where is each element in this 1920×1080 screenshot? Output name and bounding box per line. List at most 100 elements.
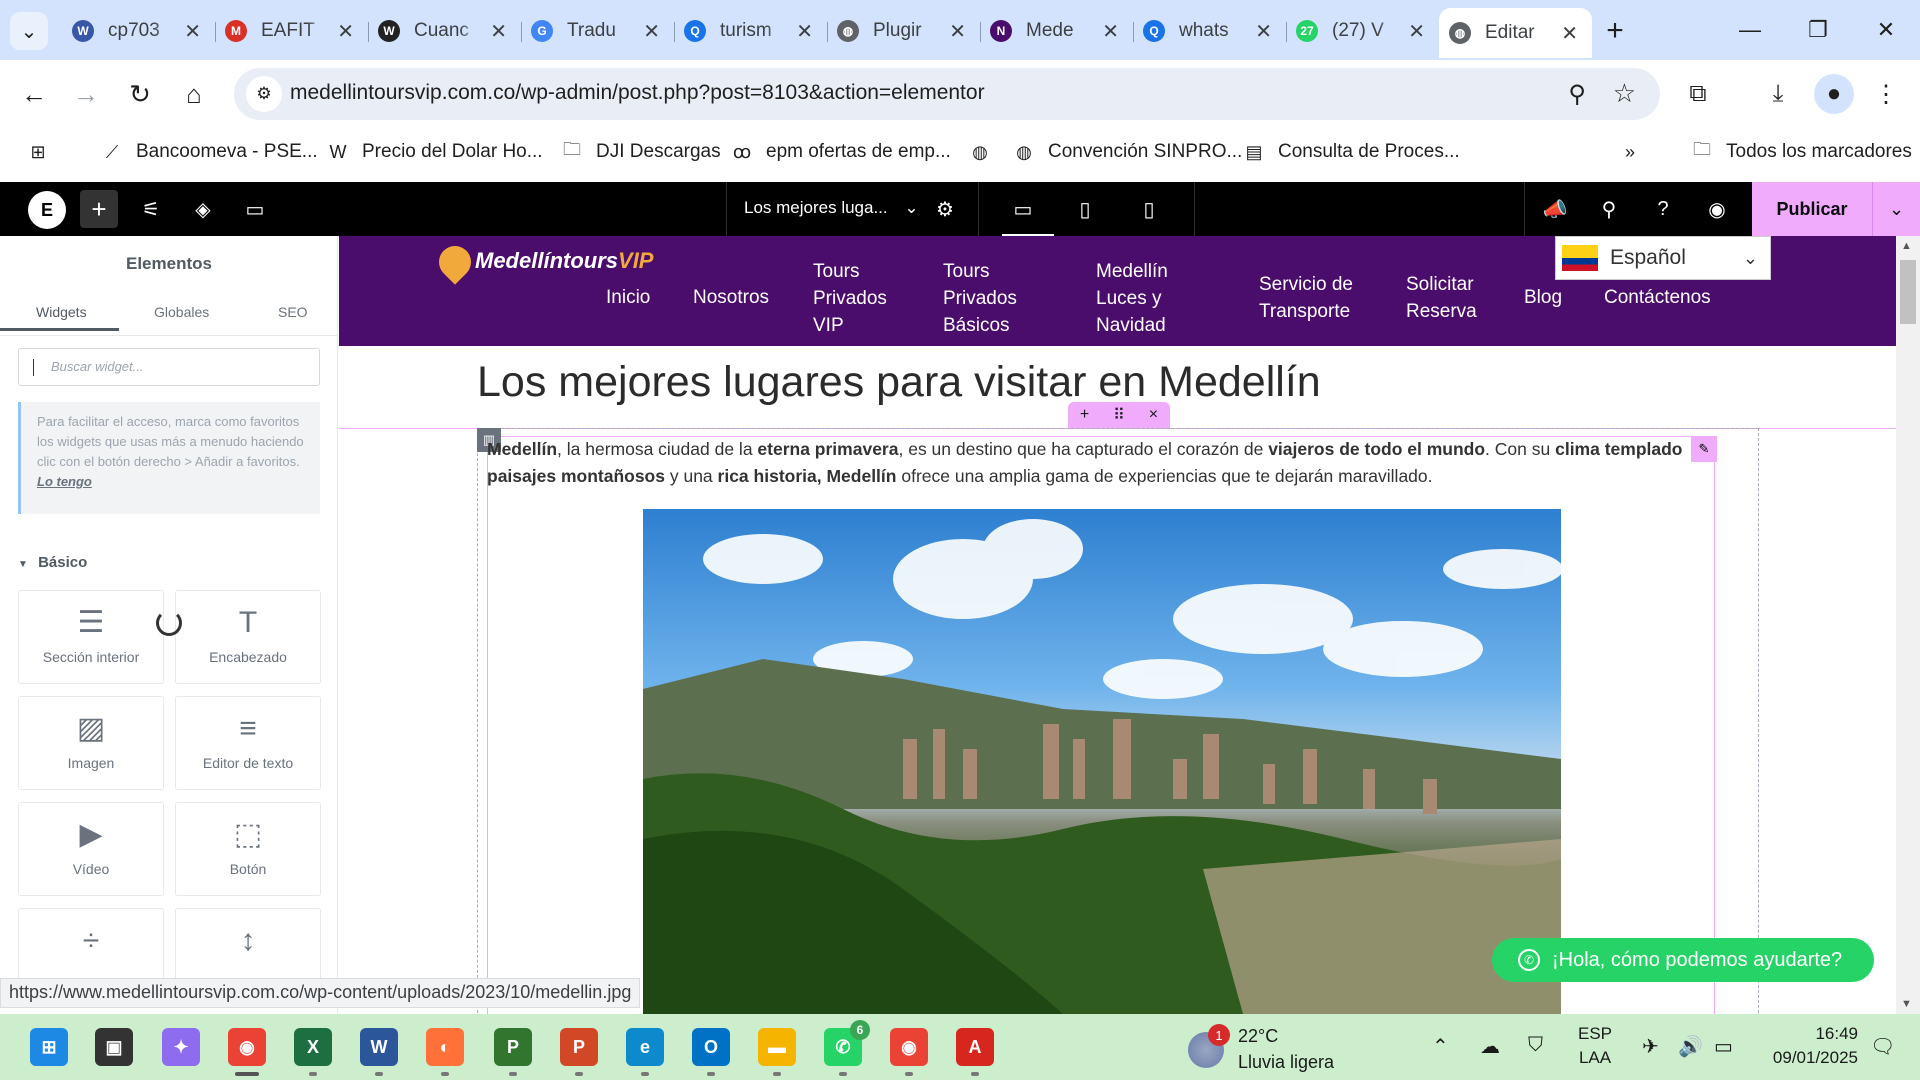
profile-avatar[interactable]: ● — [1814, 74, 1854, 114]
browser-tab[interactable]: N Mede ✕ — [980, 10, 1133, 52]
site-nav-item[interactable]: Tours Privados Básicos — [943, 258, 1017, 339]
browser-tab[interactable]: ◍ Plugir ✕ — [827, 10, 980, 52]
show-hidden-icons[interactable]: ⌃ — [1432, 1034, 1449, 1059]
widget-tile[interactable]: ⬚ Botón — [175, 802, 321, 896]
downloads-icon[interactable]: ⤓ — [1758, 74, 1798, 114]
forward-button[interactable]: → — [66, 74, 106, 114]
browser-tab[interactable]: W Cuanc ✕ — [368, 10, 521, 52]
bookmark-item[interactable]: ◍ — [968, 140, 1004, 164]
close-tab-icon[interactable]: ✕ — [1255, 19, 1272, 44]
close-window-button[interactable]: ✕ — [1852, 0, 1920, 60]
file-explorer-icon[interactable]: ▬ — [758, 1028, 796, 1066]
canvas-scrollbar[interactable]: ▲ ▼ — [1896, 236, 1920, 1014]
widget-tile[interactable]: ☰ Sección interior — [18, 590, 164, 684]
site-nav-item[interactable]: Contáctenos — [1604, 284, 1711, 311]
input-language[interactable]: ESP LAA — [1578, 1022, 1612, 1070]
zoom-icon[interactable]: ⚲ — [1568, 80, 1586, 109]
scroll-up-icon[interactable]: ▲ — [1901, 240, 1912, 252]
whatsapp-chat-button[interactable]: ✆ ¡Hola, cómo podemos ayudarte? — [1492, 938, 1874, 982]
site-info-icon[interactable]: ⚙ — [246, 76, 282, 112]
bookmark-item[interactable]: ⟋ Bancoomeva - PSE... — [100, 140, 318, 164]
firefox-icon[interactable]: ◐ — [426, 1028, 464, 1066]
apps-grid-icon[interactable]: ⊞ — [26, 140, 62, 164]
powerpoint-icon[interactable]: P — [560, 1028, 598, 1066]
got-it-link[interactable]: Lo tengo — [37, 474, 92, 489]
help-icon[interactable]: ? — [1644, 190, 1682, 228]
medellin-photo[interactable] — [643, 509, 1561, 1014]
project-icon[interactable]: P — [494, 1028, 532, 1066]
tab-widgets[interactable]: Widgets — [36, 304, 87, 320]
site-nav-item[interactable]: Blog — [1524, 284, 1562, 311]
address-bar[interactable]: ⚙ medellintoursvip.com.co/wp-admin/post.… — [234, 68, 1660, 120]
url-text[interactable]: medellintoursvip.com.co/wp-admin/post.ph… — [290, 81, 985, 105]
drag-section-icon[interactable]: ⠿ — [1113, 405, 1125, 425]
bookmark-item[interactable]: ▤ Consulta de Proces... — [1242, 140, 1459, 164]
bookmark-item[interactable]: W Precio del Dolar Ho... — [326, 140, 543, 164]
tab-seo[interactable]: SEO — [278, 304, 308, 320]
browser-tab[interactable]: M EAFIT ✕ — [215, 10, 368, 52]
edge-icon[interactable]: e — [626, 1028, 664, 1066]
section-handle[interactable]: + ⠿ × — [1068, 402, 1170, 428]
system-clock[interactable]: 16:49 09/01/2025 — [1758, 1022, 1858, 1070]
excel-icon[interactable]: X — [294, 1028, 332, 1066]
widget-tile[interactable]: T Encabezado — [175, 590, 321, 684]
publish-button[interactable]: Publicar — [1752, 182, 1872, 236]
close-tab-icon[interactable]: ✕ — [1408, 19, 1425, 44]
page-title[interactable]: Los mejores lugares para visitar en Mede… — [477, 358, 1321, 407]
widget-tile[interactable]: ▶ Vídeo — [18, 802, 164, 896]
onedrive-icon[interactable]: ☁ — [1480, 1034, 1500, 1059]
widget-tile[interactable]: ▨ Imagen — [18, 696, 164, 790]
language-selector[interactable]: Español ⌄ — [1555, 236, 1771, 280]
tablet-icon[interactable]: ▯ — [1066, 190, 1104, 228]
structure-icon[interactable]: ◈ — [184, 190, 222, 228]
back-button[interactable]: ← — [14, 74, 54, 114]
browser-tab[interactable]: Wcp703 ✕ — [62, 10, 215, 52]
close-tab-icon[interactable]: ✕ — [643, 19, 660, 44]
site-nav-item[interactable]: Inicio — [606, 284, 650, 311]
airplane-mode-icon[interactable]: ✈ — [1642, 1034, 1659, 1059]
bookmark-item[interactable]: 🗀 DJI Descargas — [560, 139, 721, 164]
widget-search-input[interactable]: Buscar widget... — [18, 348, 320, 386]
home-button[interactable]: ⌂ — [174, 74, 214, 114]
chrome-profile-icon[interactable]: ◉ — [890, 1028, 928, 1066]
task-view-icon[interactable]: ▣ — [95, 1028, 133, 1066]
chrome-icon[interactable]: ◉ — [228, 1028, 266, 1066]
notifications-icon[interactable]: 📣 — [1536, 190, 1574, 228]
scroll-thumb[interactable] — [1900, 260, 1916, 324]
start-button-icon[interactable]: ⊞ — [30, 1028, 68, 1066]
add-section-icon[interactable]: + — [1080, 406, 1089, 424]
security-icon[interactable]: ⛉ — [1528, 1034, 1543, 1057]
copilot-icon[interactable]: ✦ — [162, 1028, 200, 1066]
page-settings-icon[interactable]: ⚙ — [926, 190, 964, 228]
volume-icon[interactable]: 🔊 — [1678, 1034, 1703, 1059]
all-bookmarks[interactable]: 🗀 Todos los marcadores — [1690, 139, 1912, 164]
site-nav-item[interactable]: Tours Privados VIP — [813, 258, 887, 339]
elementor-logo[interactable]: E — [28, 191, 66, 229]
browser-tab[interactable]: ◍ Editar ✕ — [1439, 8, 1592, 58]
menu-icon[interactable]: ⋮ — [1866, 74, 1906, 114]
minimize-button[interactable]: — — [1716, 0, 1784, 60]
intro-text[interactable]: Medellín, la hermosa ciudad de la eterna… — [487, 436, 1693, 490]
reload-button[interactable]: ↻ — [120, 74, 160, 114]
notification-center-icon[interactable]: 🗨 — [1870, 1034, 1895, 1059]
more-bookmarks-icon[interactable]: » — [1618, 140, 1654, 164]
site-settings-icon[interactable]: ⚟ — [132, 190, 170, 228]
browser-tab[interactable]: G Tradu ✕ — [521, 10, 674, 52]
close-tab-icon[interactable]: ✕ — [490, 19, 507, 44]
close-tab-icon[interactable]: ✕ — [796, 19, 813, 44]
close-tab-icon[interactable]: ✕ — [1102, 19, 1119, 44]
site-nav-item[interactable]: Nosotros — [693, 284, 769, 311]
site-logo[interactable]: MedellíntoursVIP — [432, 239, 653, 285]
new-tab-button[interactable]: + — [1592, 10, 1638, 52]
category-basic[interactable]: ▼ Básico — [18, 554, 87, 571]
finder-search-icon[interactable]: ⚲ — [1590, 190, 1628, 228]
acrobat-icon[interactable]: A — [956, 1028, 994, 1066]
mobile-icon[interactable]: ▯ — [1130, 190, 1168, 228]
site-nav-item[interactable]: Servicio de Transporte — [1259, 271, 1353, 325]
close-tab-icon[interactable]: ✕ — [1561, 21, 1578, 46]
preview-eye-icon[interactable]: ◉ — [1698, 190, 1736, 228]
browser-tab[interactable]: 27 (27) V ✕ — [1286, 10, 1439, 52]
bookmark-item[interactable]: ◍ Convención SINPRO... — [1012, 140, 1242, 164]
browser-tab[interactable]: Qwhats ✕ — [1133, 10, 1286, 52]
close-tab-icon[interactable]: ✕ — [337, 19, 354, 44]
